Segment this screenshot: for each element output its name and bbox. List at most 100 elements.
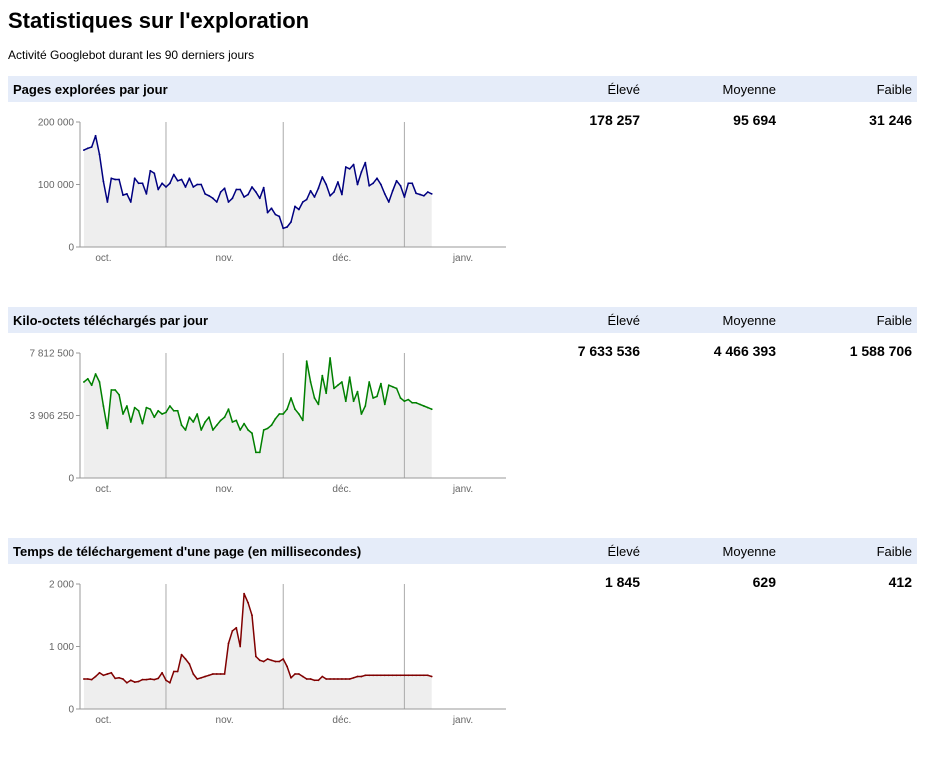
data-point xyxy=(255,655,257,658)
data-point xyxy=(153,416,156,419)
data-point xyxy=(110,177,113,180)
data-point xyxy=(153,678,156,681)
data-point xyxy=(90,384,93,387)
data-point xyxy=(372,674,374,677)
data-point xyxy=(161,413,164,415)
data-point xyxy=(419,403,421,406)
data-point xyxy=(352,400,355,403)
average-value: 95 694 xyxy=(733,112,776,128)
data-point xyxy=(231,197,234,200)
y-tick-label: 2 000 xyxy=(49,580,74,591)
data-point xyxy=(305,198,308,201)
data-point xyxy=(247,601,250,604)
data-point xyxy=(274,417,277,420)
data-point xyxy=(149,678,152,680)
data-point xyxy=(356,183,359,186)
data-point xyxy=(282,658,285,660)
data-point xyxy=(208,194,210,197)
data-point xyxy=(419,674,421,677)
x-tick-label: déc. xyxy=(332,253,351,264)
data-point xyxy=(270,659,273,662)
data-point xyxy=(301,201,304,203)
data-point xyxy=(176,409,179,412)
data-point xyxy=(364,674,367,677)
data-point xyxy=(126,405,128,407)
data-point xyxy=(83,149,85,151)
data-point xyxy=(255,451,257,454)
data-point xyxy=(286,665,288,668)
low-column-header: Faible xyxy=(876,544,912,559)
data-point xyxy=(415,674,417,677)
data-point xyxy=(129,201,132,203)
data-point xyxy=(407,182,410,185)
data-point xyxy=(341,678,343,680)
data-point xyxy=(286,408,288,411)
data-point xyxy=(286,226,288,228)
data-point xyxy=(368,184,371,187)
data-point xyxy=(270,424,273,427)
y-tick-label: 3 906 250 xyxy=(30,411,75,422)
data-point xyxy=(321,675,324,678)
data-point xyxy=(106,201,109,203)
data-point xyxy=(309,381,312,383)
data-point xyxy=(212,673,214,675)
data-point xyxy=(133,177,136,180)
data-point xyxy=(235,419,238,422)
data-point xyxy=(372,397,374,399)
data-point xyxy=(333,387,335,390)
data-point xyxy=(122,678,124,680)
data-point xyxy=(309,678,312,680)
data-point xyxy=(219,673,222,675)
data-point xyxy=(274,213,277,216)
data-point xyxy=(387,384,390,387)
data-point xyxy=(223,416,226,419)
data-point xyxy=(184,186,187,188)
data-point xyxy=(149,408,152,411)
pages-crawled-chart: 200 000 100 000 0 oct. nov. déc. janv. xyxy=(38,118,506,264)
data-point xyxy=(290,397,292,399)
data-point xyxy=(149,169,152,172)
data-point xyxy=(192,186,195,188)
data-point xyxy=(126,193,128,195)
data-point xyxy=(204,421,207,423)
data-point xyxy=(196,183,199,186)
data-point xyxy=(294,408,296,411)
data-point xyxy=(223,673,226,675)
data-point xyxy=(212,429,214,431)
page-subtitle: Activité Googlebot durant les 90 dernier… xyxy=(8,48,255,62)
data-point xyxy=(333,191,335,193)
data-point xyxy=(208,674,210,677)
data-point xyxy=(395,387,398,390)
data-point xyxy=(329,194,331,197)
data-point xyxy=(196,678,199,680)
data-point xyxy=(94,675,97,678)
data-point xyxy=(157,677,160,680)
data-point xyxy=(321,374,324,377)
high-value: 7 633 536 xyxy=(577,343,640,359)
data-point xyxy=(348,376,351,379)
data-point xyxy=(200,183,203,186)
high-column-header: Élevé xyxy=(607,82,640,97)
data-point xyxy=(383,193,386,195)
data-point xyxy=(94,134,97,137)
data-point xyxy=(270,207,273,210)
y-tick-label: 7 812 500 xyxy=(30,349,75,360)
data-point xyxy=(403,196,406,198)
data-point xyxy=(86,147,89,150)
average-value: 629 xyxy=(752,574,776,590)
y-tick-label: 0 xyxy=(68,474,74,485)
data-point xyxy=(329,357,331,359)
data-point xyxy=(184,658,187,660)
data-point xyxy=(344,400,347,403)
low-value: 31 246 xyxy=(869,112,912,128)
section-kilobytes-downloaded: Kilo-octets téléchargés par jour Élevé M… xyxy=(8,307,917,538)
data-point xyxy=(83,678,85,680)
data-point xyxy=(403,674,406,677)
data-point xyxy=(235,626,238,629)
data-point xyxy=(165,411,167,414)
x-tick-label: déc. xyxy=(332,484,351,495)
data-point xyxy=(360,413,363,415)
data-point xyxy=(426,674,429,677)
data-point xyxy=(298,413,300,415)
data-point xyxy=(368,381,371,383)
